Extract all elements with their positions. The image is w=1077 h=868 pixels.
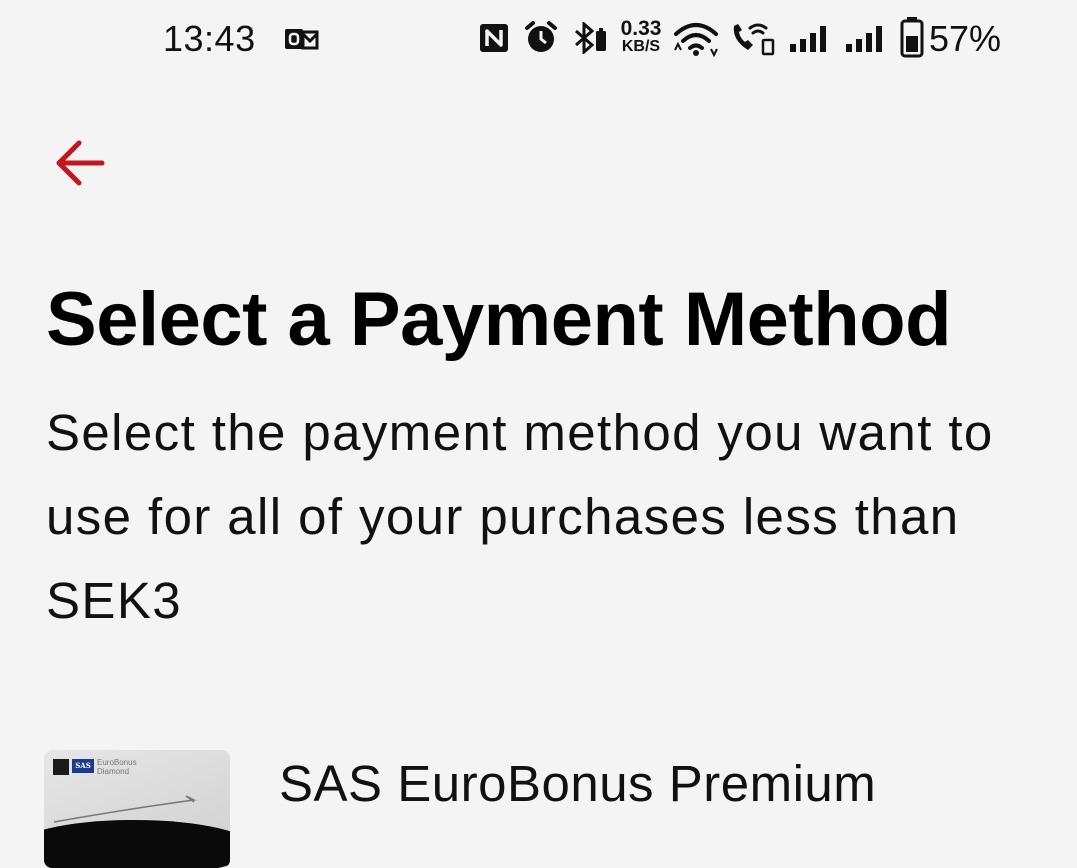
payment-method-label: SAS EuroBonus Premium [279,755,877,812]
payment-method-item[interactable]: SAS EuroBonus Diamond SAS EuroBonus Prem… [44,750,1044,868]
status-bar: 13:43 0.33 KB/S 57% [0,0,1077,80]
airplane-icon [44,795,230,868]
alarm-icon [525,21,557,52]
network-speed-value: 0.33 [620,17,662,40]
back-button[interactable] [50,132,114,196]
card-thumbnail: SAS EuroBonus Diamond [44,750,230,868]
battery-percent: 57% [929,18,1002,59]
signal-icon [846,26,882,52]
battery-icon [900,17,924,58]
wifi-icon [674,23,718,58]
page-description: Select the payment method you want to us… [46,404,994,629]
outlook-notification-icon [285,29,319,50]
wifi-calling-icon [733,23,775,56]
status-time: 13:43 [163,18,256,59]
page-title: Select a Payment Method [46,277,952,362]
nfc-icon [480,24,508,52]
bluetooth-icon [575,22,606,54]
signal-icon [790,26,826,52]
network-speed-unit: KB/S [621,38,661,55]
arrow-left-icon [56,140,105,186]
